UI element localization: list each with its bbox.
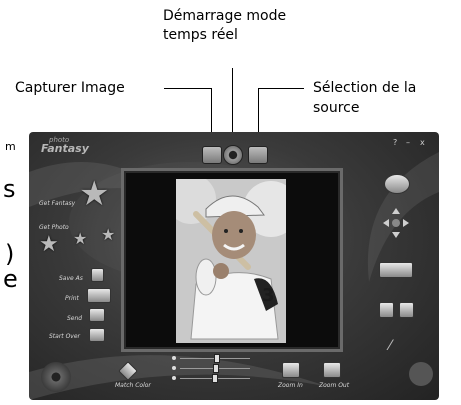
source-select-button[interactable] xyxy=(248,146,268,164)
callout-source-line-h xyxy=(258,88,304,89)
eraser-icon[interactable]: ⁄ xyxy=(389,338,405,354)
callout-source-line2: source xyxy=(313,100,360,116)
glove-decoration xyxy=(409,362,433,386)
brightness-icon xyxy=(172,356,176,360)
film-reel-icon xyxy=(41,362,71,392)
logo-big-text: Fantasy xyxy=(41,142,89,155)
slider-knob-3[interactable] xyxy=(211,374,218,383)
printer-icon[interactable] xyxy=(87,288,111,303)
star-icon[interactable]: ★ xyxy=(39,232,59,257)
get-photo-label[interactable]: Get Photo xyxy=(39,224,69,231)
zoom-in-icon[interactable] xyxy=(282,362,300,378)
capture-image-button[interactable] xyxy=(202,146,222,164)
move-arrows-icon[interactable] xyxy=(381,206,411,240)
face-swap-icon[interactable] xyxy=(379,262,413,278)
start-over-label[interactable]: Start Over xyxy=(49,333,80,340)
slider-knob-1[interactable] xyxy=(214,354,221,363)
jersey-number: 3 xyxy=(262,285,275,306)
star-icon[interactable]: ★ xyxy=(101,225,115,244)
cropped-text-e: e xyxy=(3,265,18,293)
zoom-out-label[interactable]: Zoom Out xyxy=(319,382,349,389)
photo-fantasy-window: photo Fantasy ? – x 3 Get Fantasy ★ Get … xyxy=(29,132,439,400)
callout-capture-line-h xyxy=(164,88,211,89)
photo-image[interactable]: 3 xyxy=(176,179,286,343)
star-icon[interactable]: ★ xyxy=(73,229,87,248)
cropped-text-s: s xyxy=(3,175,16,203)
callout-capture: Capturer Image xyxy=(15,80,125,96)
get-fantasy-label[interactable]: Get Fantasy xyxy=(39,200,75,207)
preview-stage: 3 xyxy=(121,168,343,352)
rotate-right-icon[interactable] xyxy=(399,302,414,318)
rotate-left-icon[interactable] xyxy=(379,302,394,318)
send-icon[interactable] xyxy=(89,308,105,322)
baseball-player-illustration xyxy=(176,179,286,343)
help-button[interactable]: ? xyxy=(393,138,397,147)
cropped-text-m: m xyxy=(5,140,16,153)
star-icon[interactable]: ★ xyxy=(79,174,109,214)
cropped-text-paren: ) xyxy=(5,240,15,268)
slider-knob-2[interactable] xyxy=(213,364,219,373)
send-label[interactable]: Send xyxy=(67,315,82,322)
close-button[interactable]: x xyxy=(420,138,425,147)
clapperboard-icon[interactable] xyxy=(89,328,105,342)
callout-realtime-line1: Démarrage mode xyxy=(163,8,287,24)
floppy-disk-icon[interactable] xyxy=(91,268,104,282)
print-label[interactable]: Print xyxy=(65,295,79,302)
adjustment-sliders xyxy=(172,354,252,392)
callout-source-line1: Sélection de la xyxy=(313,80,417,96)
match-color-label[interactable]: Match Color xyxy=(115,382,151,389)
zoom-out-icon[interactable] xyxy=(323,362,341,378)
realtime-mode-button[interactable] xyxy=(223,145,243,165)
callout-realtime-line2: temps réel xyxy=(163,27,238,43)
save-as-label[interactable]: Save As xyxy=(59,275,83,282)
contrast-icon xyxy=(172,366,176,370)
zoom-in-label[interactable]: Zoom In xyxy=(278,382,303,389)
mask-icon[interactable] xyxy=(384,174,410,194)
saturation-icon xyxy=(172,376,176,380)
minimize-button[interactable]: – xyxy=(406,138,410,147)
